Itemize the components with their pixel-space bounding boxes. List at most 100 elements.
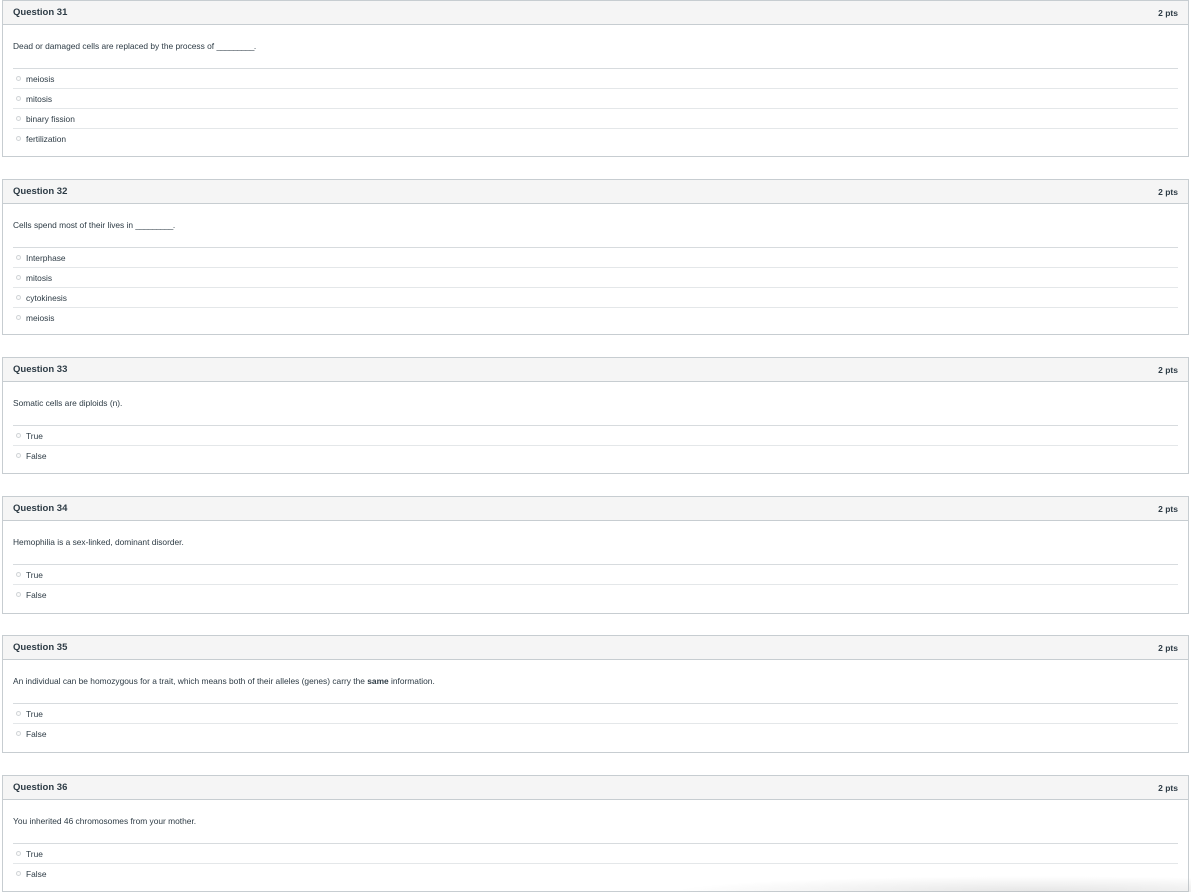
question-header: Question 33 2 pts <box>3 358 1188 382</box>
question-body: Cells spend most of their lives in _____… <box>3 204 1188 337</box>
answer-option[interactable]: False <box>13 724 1178 743</box>
answer-label: meiosis <box>26 73 55 84</box>
question-body: An individual can be homozygous for a tr… <box>3 660 1188 753</box>
answer-list: True False <box>13 704 1178 753</box>
question-title: Question 36 <box>13 782 68 793</box>
question-points: 2 pts <box>1158 782 1178 793</box>
radio-button[interactable] <box>16 572 21 577</box>
question-text-part: An individual can be homozygous for a tr… <box>13 676 368 686</box>
radio-button[interactable] <box>16 731 21 736</box>
question-text-blank: _________. <box>216 41 256 51</box>
question-text-blank: _________. <box>135 220 175 230</box>
question-text-part: Dead or damaged cells are replaced by th… <box>13 41 217 51</box>
question-title: Question 35 <box>13 642 68 653</box>
question-text-part: You inherited 46 chromosomes from your m… <box>13 816 197 826</box>
question-body: You inherited 46 chromosomes from your m… <box>3 800 1188 893</box>
question-body: Hemophilia is a sex-linked, dominant dis… <box>3 521 1188 614</box>
answer-label: True <box>26 569 43 580</box>
radio-button[interactable] <box>16 851 21 856</box>
answer-label: True <box>26 848 43 859</box>
answer-list: True False <box>13 565 1178 614</box>
answer-option[interactable]: True <box>13 426 1178 446</box>
radio-button[interactable] <box>16 315 21 320</box>
question-text: An individual can be homozygous for a tr… <box>13 660 1178 704</box>
radio-button[interactable] <box>16 255 21 260</box>
answer-list: True False <box>13 426 1178 475</box>
answer-label: meiosis <box>26 312 55 323</box>
question-text-part: Cells spend most of their lives in <box>13 220 136 230</box>
radio-button[interactable] <box>16 592 21 597</box>
answer-option[interactable]: False <box>13 446 1178 465</box>
question-header: Question 31 2 pts <box>3 1 1188 25</box>
radio-button[interactable] <box>16 433 21 438</box>
answer-label: False <box>26 728 47 739</box>
question-text-part: Somatic cells are diploids (n). <box>13 398 123 408</box>
radio-button[interactable] <box>16 275 21 280</box>
question-title: Question 31 <box>13 7 68 18</box>
question-header: Question 32 2 pts <box>3 180 1188 204</box>
question-text-part: information. <box>388 676 435 686</box>
question-text: Cells spend most of their lives in _____… <box>13 204 1178 248</box>
question-header: Question 34 2 pts <box>3 497 1188 521</box>
radio-button[interactable] <box>16 295 21 300</box>
answer-list: Interphase mitosis cytokinesis meiosis <box>13 248 1178 337</box>
question-points: 2 pts <box>1158 7 1178 18</box>
answer-label: mitosis <box>26 272 53 283</box>
question-36: Question 36 2 pts You inherited 46 chrom… <box>2 775 1189 892</box>
radio-button[interactable] <box>16 96 21 101</box>
radio-button[interactable] <box>16 871 21 876</box>
answer-label: True <box>26 708 43 719</box>
answer-option[interactable]: Interphase <box>13 248 1178 268</box>
question-title: Question 32 <box>13 186 68 197</box>
answer-option[interactable]: True <box>13 844 1178 864</box>
answer-label: fertilization <box>26 133 67 144</box>
answer-label: False <box>26 868 47 879</box>
answer-option[interactable]: False <box>13 864 1178 883</box>
question-text: Hemophilia is a sex-linked, dominant dis… <box>13 521 1178 565</box>
radio-button[interactable] <box>16 711 21 716</box>
answer-label: False <box>26 589 47 600</box>
answer-label: cytokinesis <box>26 292 67 303</box>
question-body: Dead or damaged cells are replaced by th… <box>3 25 1188 158</box>
answer-option[interactable]: mitosis <box>13 268 1178 288</box>
answer-label: mitosis <box>26 93 53 104</box>
question-text: You inherited 46 chromosomes from your m… <box>13 800 1178 844</box>
question-header: Question 36 2 pts <box>3 776 1188 800</box>
radio-button[interactable] <box>16 116 21 121</box>
question-points: 2 pts <box>1158 642 1178 653</box>
answer-list: True False <box>13 844 1178 893</box>
question-title: Question 33 <box>13 364 68 375</box>
answer-list: meiosis mitosis binary fission fertiliza… <box>13 69 1178 158</box>
answer-option[interactable]: True <box>13 565 1178 585</box>
question-title: Question 34 <box>13 503 68 514</box>
answer-label: True <box>26 430 43 441</box>
question-points: 2 pts <box>1158 503 1178 514</box>
answer-option[interactable]: mitosis <box>13 89 1178 109</box>
question-33: Question 33 2 pts Somatic cells are dipl… <box>2 357 1189 474</box>
answer-option[interactable]: meiosis <box>13 69 1178 89</box>
answer-option[interactable]: True <box>13 704 1178 724</box>
question-text-emphasis: same <box>367 676 389 686</box>
answer-label: Interphase <box>26 252 66 263</box>
question-32: Question 32 2 pts Cells spend most of th… <box>2 179 1189 335</box>
question-header: Question 35 2 pts <box>3 636 1188 660</box>
question-34: Question 34 2 pts Hemophilia is a sex-li… <box>2 496 1189 614</box>
question-text: Somatic cells are diploids (n). <box>13 382 1178 426</box>
answer-option[interactable]: False <box>13 585 1178 604</box>
answer-option[interactable]: meiosis <box>13 308 1178 327</box>
answer-label: binary fission <box>26 113 75 124</box>
answer-option[interactable]: fertilization <box>13 129 1178 148</box>
answer-option[interactable]: cytokinesis <box>13 288 1178 308</box>
answer-option[interactable]: binary fission <box>13 109 1178 129</box>
radio-button[interactable] <box>16 76 21 81</box>
question-text-part: Hemophilia is a sex-linked, dominant dis… <box>13 537 184 547</box>
radio-button[interactable] <box>16 453 21 458</box>
question-body: Somatic cells are diploids (n). True Fal… <box>3 382 1188 475</box>
radio-button[interactable] <box>16 136 21 141</box>
question-31: Question 31 2 pts Dead or damaged cells … <box>2 0 1189 157</box>
question-35: Question 35 2 pts An individual can be h… <box>2 635 1189 753</box>
question-points: 2 pts <box>1158 186 1178 197</box>
question-points: 2 pts <box>1158 364 1178 375</box>
answer-label: False <box>26 450 47 461</box>
question-text: Dead or damaged cells are replaced by th… <box>13 25 1178 69</box>
